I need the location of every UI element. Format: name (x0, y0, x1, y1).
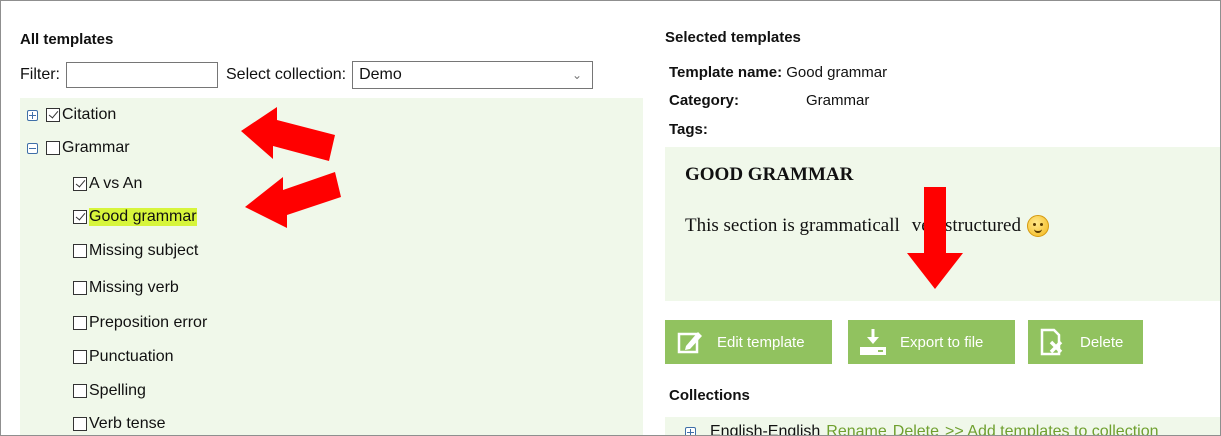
preview-body-text-a: This section is grammaticall (685, 215, 900, 236)
chevron-down-icon: ⌄ (572, 68, 583, 82)
delete-file-icon (1038, 327, 1068, 357)
checkbox-citation[interactable] (46, 108, 60, 122)
collection-label: Select collection: (226, 66, 347, 83)
collection-select[interactable]: Demo ⌄ (352, 61, 594, 89)
checkbox-grammar[interactable] (46, 141, 60, 155)
checkbox-missing-verb[interactable] (73, 281, 87, 295)
filter-input[interactable] (66, 62, 218, 88)
template-name-value: Good grammar (786, 64, 888, 81)
checkbox-missing-subject[interactable] (73, 244, 87, 258)
smiley-emoji-icon (1026, 215, 1049, 237)
delete-button[interactable]: Delete (1028, 320, 1143, 364)
tree-node-label: Citation (62, 106, 117, 123)
checkbox-preposition-error[interactable] (73, 316, 87, 330)
expand-plus-icon[interactable] (685, 426, 696, 435)
delete-label: Delete (1080, 333, 1124, 351)
checkbox-good-grammar[interactable] (73, 210, 87, 224)
template-name-label: Template name: (669, 64, 783, 81)
collections-title: Collections (669, 387, 750, 404)
tree-leaf-label: Verb tense (89, 415, 166, 432)
tags-row: Tags: (669, 121, 708, 138)
tree-leaf-a-vs-an[interactable]: A vs An (73, 172, 142, 196)
red-arrow-icon (245, 172, 341, 228)
expand-plus-icon[interactable] (27, 109, 38, 121)
add-templates-link[interactable]: >> Add templates to collection (945, 423, 1158, 435)
rename-link[interactable]: Rename (826, 423, 886, 435)
delete-collection-link[interactable]: Delete (893, 423, 939, 435)
tree-leaf-good-grammar[interactable]: Good grammar (73, 205, 197, 229)
collapse-minus-icon[interactable] (27, 142, 38, 154)
tree-leaf-label-highlighted: Good grammar (89, 208, 197, 226)
tags-label: Tags: (669, 121, 708, 138)
tree-leaf-punctuation[interactable]: Punctuation (73, 345, 174, 369)
tree-node-citation[interactable]: Citation (27, 103, 116, 127)
template-name-row: Template name: Good grammar (669, 64, 887, 81)
collection-name: English-English (710, 423, 821, 436)
tree-leaf-spelling[interactable]: Spelling (73, 379, 146, 403)
red-arrow-icon (907, 187, 963, 289)
checkbox-spelling[interactable] (73, 384, 87, 398)
tree-leaf-label: Missing subject (89, 242, 199, 259)
template-manager-window: All templates Filter: Select collection:… (0, 0, 1221, 436)
edit-template-button[interactable]: Edit template (665, 320, 832, 364)
checkbox-a-vs-an[interactable] (73, 177, 87, 191)
tree-leaf-missing-subject[interactable]: Missing subject (73, 239, 198, 263)
preview-body: This section is grammaticall vell struct… (685, 215, 1049, 237)
category-value: Grammar (806, 92, 870, 109)
tree-node-grammar[interactable]: Grammar (27, 136, 130, 160)
category-row: Category: Grammar (669, 92, 869, 109)
export-to-file-button[interactable]: Export to file (848, 320, 1015, 364)
collection-select-value: Demo (359, 66, 402, 83)
filter-row: Filter: Select collection: Demo ⌄ (20, 60, 594, 90)
selected-templates-title: Selected templates (665, 29, 801, 46)
tree-leaf-preposition-error[interactable]: Preposition error (73, 311, 207, 335)
tree-leaf-label: Preposition error (89, 314, 208, 331)
download-icon (858, 327, 888, 357)
all-templates-title: All templates (20, 31, 114, 48)
export-to-file-label: Export to file (900, 333, 984, 351)
tree-leaf-label: Missing verb (89, 279, 179, 296)
edit-icon (675, 327, 705, 357)
tree-leaf-label: Punctuation (89, 348, 174, 365)
tree-leaf-label: Spelling (89, 382, 146, 399)
collection-row: English-English Rename Delete >> Add tem… (665, 417, 1220, 436)
checkbox-punctuation[interactable] (73, 350, 87, 364)
tree-leaf-verb-tense[interactable]: Verb tense (73, 412, 166, 435)
tree-leaf-missing-verb[interactable]: Missing verb (73, 276, 179, 300)
checkbox-verb-tense[interactable] (73, 417, 87, 431)
tree-leaf-label: A vs An (89, 175, 143, 192)
tree-node-label: Grammar (62, 139, 130, 156)
filter-label: Filter: (20, 66, 60, 83)
category-label: Category: (669, 92, 740, 109)
preview-title: GOOD GRAMMAR (685, 164, 854, 185)
edit-template-label: Edit template (717, 333, 805, 351)
